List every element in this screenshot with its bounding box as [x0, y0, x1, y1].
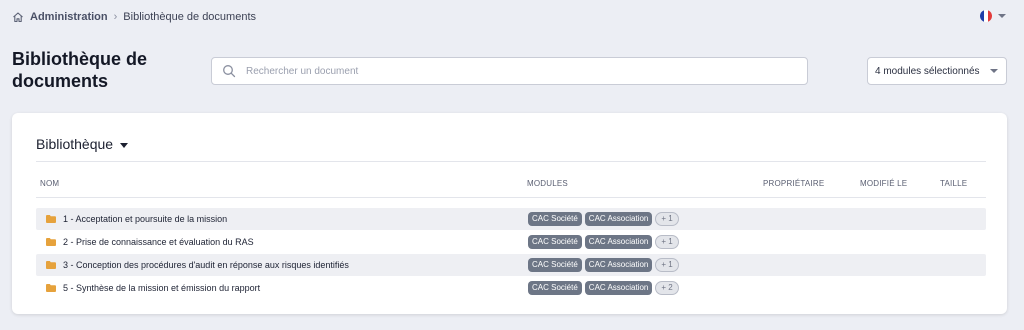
language-selector[interactable]	[980, 10, 1006, 22]
chevron-down-icon	[990, 69, 998, 73]
column-header-size[interactable]: TAILLE	[940, 179, 967, 188]
more-modules-badge[interactable]: + 1	[655, 212, 679, 226]
column-header-name[interactable]: NOM	[40, 179, 59, 188]
module-badge: CAC Société	[528, 258, 582, 272]
more-modules-badge[interactable]: + 1	[655, 235, 679, 249]
caret-down-icon	[120, 142, 129, 148]
module-badge: CAC Société	[528, 235, 582, 249]
page-title: Bibliothèque de documents	[12, 49, 147, 91]
breadcrumb-current: Bibliothèque de documents	[123, 11, 257, 23]
column-header-owner[interactable]: PROPRIÉTAIRE	[763, 179, 824, 188]
france-flag-icon	[980, 10, 992, 22]
module-badges: CAC Société CAC Association + 1	[528, 235, 679, 249]
document-name[interactable]: 3 - Conception des procédures d'audit en…	[63, 260, 349, 270]
table-row[interactable]: 3 - Conception des procédures d'audit en…	[36, 254, 986, 276]
folder-icon	[46, 261, 56, 269]
module-badges: CAC Société CAC Association + 1	[528, 258, 679, 272]
module-filter-value: 4 modules sélectionnés	[875, 65, 980, 77]
breadcrumb-separator: ›	[113, 11, 118, 23]
module-badges: CAC Société CAC Association + 1	[528, 212, 679, 226]
document-name[interactable]: 5 - Synthèse de la mission et émission d…	[63, 283, 260, 293]
module-badge: CAC Association	[584, 281, 653, 295]
document-name[interactable]: 1 - Acceptation et poursuite de la missi…	[63, 214, 227, 224]
folder-icon	[46, 215, 56, 223]
home-icon[interactable]	[12, 11, 24, 23]
module-badges: CAC Société CAC Association + 2	[528, 281, 679, 295]
folder-icon	[46, 284, 56, 292]
module-badge: CAC Association	[584, 258, 653, 272]
document-name[interactable]: 2 - Prise de connaissance et évaluation …	[63, 237, 254, 247]
search-icon	[222, 64, 236, 78]
folder-icon	[46, 238, 56, 246]
column-header-modified[interactable]: MODIFIÉ LE	[860, 179, 907, 188]
module-badge: CAC Association	[584, 212, 653, 226]
column-header-modules[interactable]: MODULES	[527, 179, 568, 188]
library-card: Bibliothèque NOM MODULES PROPRIÉTAIRE MO…	[12, 113, 1007, 314]
breadcrumb: Administration › Bibliothèque de documen…	[12, 9, 256, 25]
more-modules-badge[interactable]: + 2	[655, 281, 679, 295]
chevron-down-icon	[998, 14, 1006, 18]
search-bar[interactable]	[211, 57, 808, 85]
table-row[interactable]: 5 - Synthèse de la mission et émission d…	[36, 277, 986, 299]
divider	[36, 197, 986, 198]
module-badge: CAC Société	[528, 281, 582, 295]
divider	[36, 161, 986, 162]
module-badge: CAC Association	[584, 235, 653, 249]
more-modules-badge[interactable]: + 1	[655, 258, 679, 272]
table-row[interactable]: 2 - Prise de connaissance et évaluation …	[36, 231, 986, 253]
search-input[interactable]	[246, 65, 807, 77]
table-row[interactable]: 1 - Acceptation et poursuite de la missi…	[36, 208, 986, 230]
library-title: Bibliothèque	[36, 136, 114, 152]
library-dropdown[interactable]: Bibliothèque	[36, 136, 129, 152]
module-filter-select[interactable]: 4 modules sélectionnés	[867, 57, 1007, 85]
breadcrumb-administration-link[interactable]: Administration	[30, 11, 108, 23]
document-list: 1 - Acceptation et poursuite de la missi…	[36, 208, 986, 300]
module-badge: CAC Société	[528, 212, 582, 226]
